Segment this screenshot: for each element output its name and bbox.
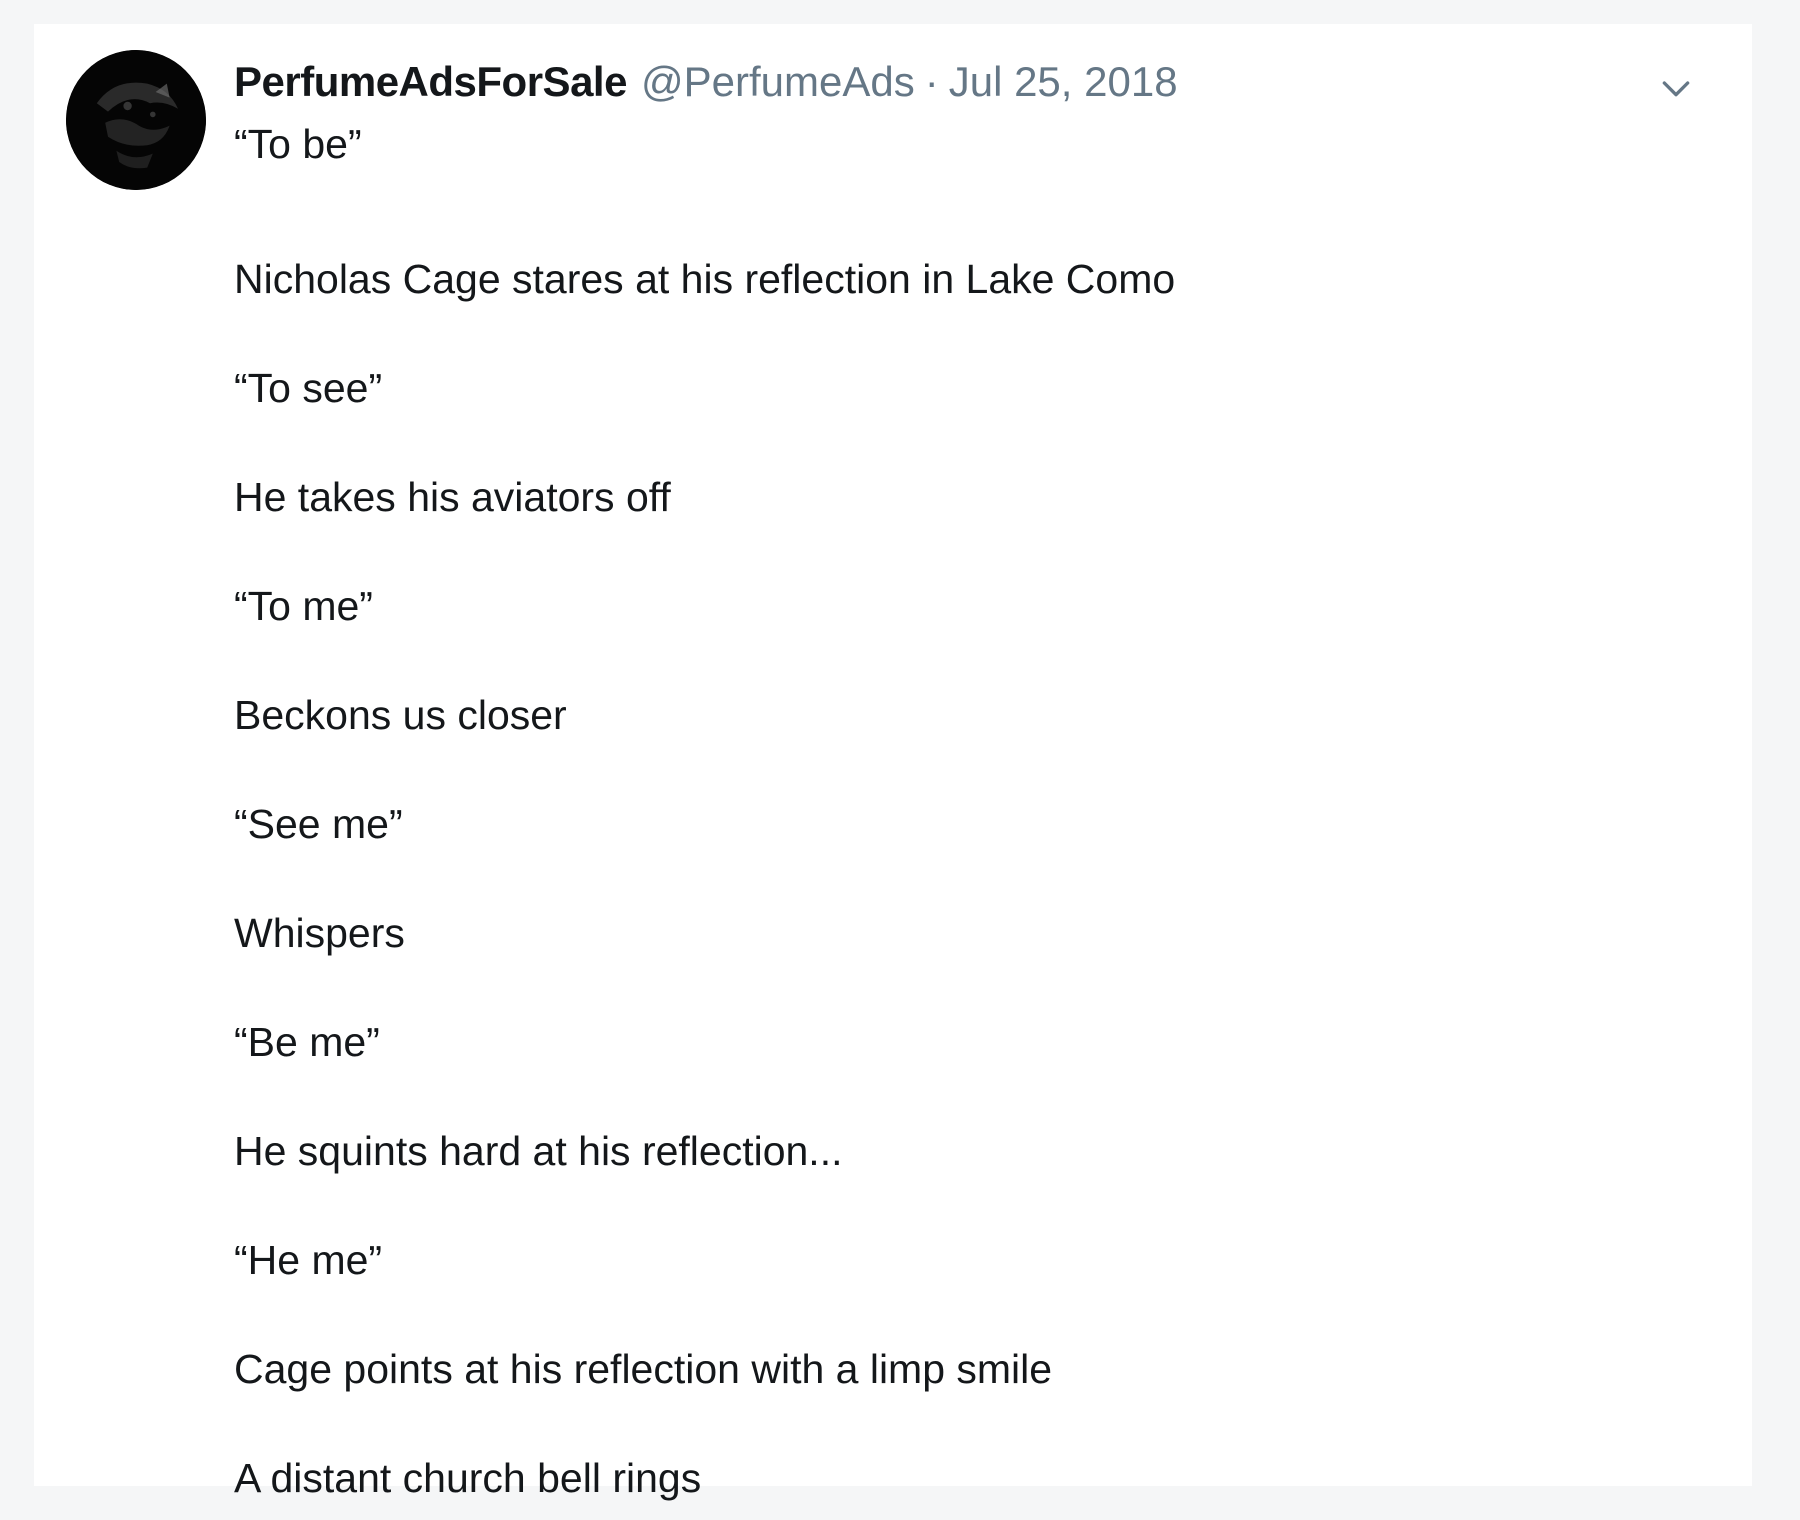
tweet-card[interactable]: PerfumeAdsForSale @PerfumeAds · Jul 25, … [34, 24, 1752, 1501]
chevron-down-icon[interactable] [1656, 68, 1696, 108]
tweet-line: A distant church bell rings [234, 1455, 702, 1501]
user-handle[interactable]: @PerfumeAds [641, 58, 915, 106]
tweet-line: Whispers [234, 910, 405, 956]
tweet-date[interactable]: Jul 25, 2018 [949, 58, 1178, 106]
tweet-line: “Be me” [234, 1019, 380, 1065]
tweet-line: Nicholas Cage stares at his reflection i… [234, 256, 1176, 302]
tweet-line: “To me” [234, 583, 373, 629]
display-name[interactable]: PerfumeAdsForSale [234, 58, 627, 106]
tweet-line: He squints hard at his reflection... [234, 1128, 843, 1174]
tweet-line: Cage points at his reflection with a lim… [234, 1346, 1053, 1392]
tweet-line: “He me” [234, 1237, 383, 1283]
tweet-line: “See me” [234, 801, 403, 847]
tweet-line: He takes his aviators off [234, 474, 671, 520]
tweet-line: Beckons us closer [234, 692, 567, 738]
header-separator: · [924, 58, 939, 105]
tweet-line: “To be” [234, 121, 362, 167]
tweet-text: “To be” Nicholas Cage stares at his refl… [234, 116, 1674, 1520]
tweet-header: PerfumeAdsForSale @PerfumeAds · Jul 25, … [234, 52, 1178, 112]
tweet-line: “To see” [234, 365, 383, 411]
avatar-image [66, 50, 206, 190]
avatar[interactable] [66, 50, 206, 190]
